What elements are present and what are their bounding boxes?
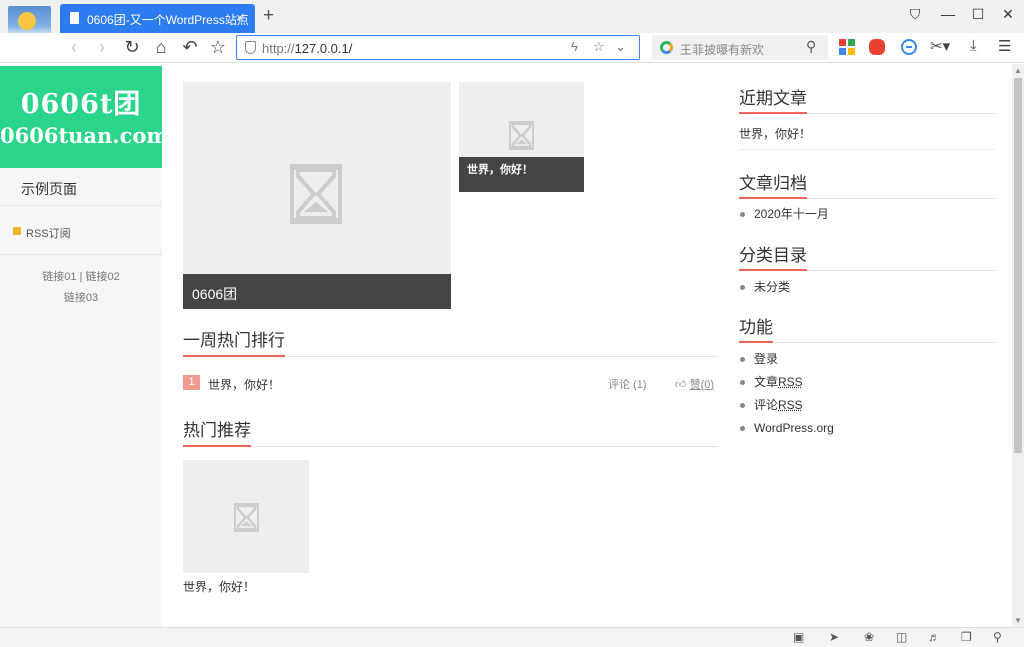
forward-button[interactable]: › — [91, 37, 113, 58]
featured-caption[interactable]: 世界，你好！ — [467, 161, 533, 177]
links-line-1[interactable]: 链接01 | 链接02 — [0, 267, 162, 288]
widget-meta-header: 功能 — [739, 317, 995, 343]
comment-count[interactable]: 评论 (1) — [608, 376, 647, 392]
hourglass-icon — [233, 502, 260, 533]
search-icon[interactable]: ⚲ — [806, 38, 816, 55]
trash-icon[interactable]: ◫ — [896, 630, 907, 644]
zoom-icon[interactable]: ⚲ — [993, 630, 1002, 644]
tab-close-icon[interactable]: × — [236, 10, 244, 25]
rss-subscribe[interactable]: RSS订阅 — [0, 207, 162, 255]
links-line-2[interactable]: 链接03 — [0, 288, 162, 309]
apps-icon[interactable] — [839, 39, 855, 55]
rank-badge: 1 — [183, 375, 200, 390]
skin-icon[interactable]: ⛉ — [905, 6, 925, 23]
recommend-thumbnail[interactable] — [183, 460, 309, 573]
status-bar: ▣ ➤ ❀ ◫ ♬ ❐ ⚲ — [0, 627, 1024, 647]
category-list: 未分类 — [739, 279, 790, 302]
widget-title: 分类目录 — [739, 241, 807, 271]
sidebar-links: 链接01 | 链接02 链接03 — [0, 267, 162, 309]
search-box[interactable]: 王菲披曝有新欢 ⚲ — [652, 35, 828, 60]
document-icon — [70, 12, 79, 24]
menu-item-label[interactable]: 示例页面 — [21, 179, 77, 199]
undo-close-button[interactable]: ↶ — [179, 37, 201, 58]
gamepad-icon[interactable] — [869, 39, 885, 55]
search-engine-icon[interactable] — [660, 41, 673, 54]
site-sidebar: 0606t团 0606tuan.com 示例页面 RSS订阅 链接01 | 链接… — [0, 64, 169, 627]
speaker-icon[interactable]: ♬ — [928, 630, 940, 644]
hourglass-icon — [288, 162, 344, 226]
maximize-button[interactable]: ☐ — [968, 6, 988, 23]
scissors-icon[interactable]: ✂▾ — [930, 37, 950, 55]
widget-title: 功能 — [739, 313, 773, 343]
leaf-icon[interactable]: ❀ — [864, 630, 874, 644]
meta-list: 登录 文章RSS 评论RSS WordPress.org — [739, 351, 834, 443]
hot-post-title[interactable]: 世界，你好！ — [208, 376, 280, 393]
widget-recent-header: 近期文章 — [739, 88, 995, 114]
widget-archive-header: 文章归档 — [739, 173, 995, 199]
home-button[interactable]: ⌂ — [150, 37, 172, 58]
close-window-button[interactable]: ✕ — [998, 6, 1018, 23]
reload-button[interactable]: ↻ — [121, 37, 143, 58]
thumbs-up-icon: 👍︎ — [675, 379, 687, 391]
bolt-icon[interactable]: ϟ — [571, 39, 578, 54]
hourglass-icon — [508, 120, 535, 151]
logo-line-2: 0606tuan.com — [0, 123, 169, 148]
featured-post-large[interactable]: 0606团 — [183, 82, 451, 309]
entries-rss-link[interactable]: 文章RSS — [739, 374, 834, 397]
address-url[interactable]: http://127.0.0.1/ — [262, 41, 352, 56]
widget-title: 近期文章 — [739, 84, 807, 114]
wordpress-org-link[interactable]: WordPress.org — [739, 420, 834, 443]
bookmark-star-button[interactable]: ☆ — [207, 37, 229, 58]
vertical-scrollbar[interactable]: ▲ ▼ — [1012, 64, 1024, 627]
tab-title: 0606团-又一个WordPress站点 — [87, 13, 249, 27]
rss-label[interactable]: RSS订阅 — [26, 225, 71, 241]
archive-item[interactable]: 2020年十一月 — [739, 206, 829, 229]
minimize-button[interactable]: — — [938, 6, 958, 22]
browser-toolbar: ‹ › ↻ ⌂ ↶ ☆ http://127.0.0.1/ ϟ ☆ ⌄ 王菲披曝… — [0, 33, 1024, 63]
new-tab-button[interactable]: + — [263, 5, 274, 27]
back-button[interactable]: ‹ — [63, 37, 85, 58]
logo-line-1: 0606t团 — [20, 89, 142, 120]
widget-title: 文章归档 — [739, 169, 807, 199]
window-icon[interactable]: ❐ — [961, 630, 972, 644]
adblock-icon[interactable] — [901, 39, 917, 55]
rss-icon — [13, 227, 21, 235]
tab-active[interactable]: 0606团-又一个WordPress站点 × — [60, 4, 255, 33]
favorite-star-icon[interactable]: ☆ — [593, 39, 605, 55]
shield-icon — [245, 41, 256, 54]
divider — [739, 149, 995, 150]
archive-list: 2020年十一月 — [739, 206, 829, 229]
hot-list-item: 1 世界，你好！ 评论 (1) 👍︎ 赞(0) — [183, 374, 718, 392]
tab-bar: 0606团-又一个WordPress站点 × + ⛉ — ☐ ✕ — [0, 0, 1024, 50]
scrollbar-thumb[interactable] — [1014, 78, 1022, 453]
search-placeholder[interactable]: 王菲披曝有新欢 — [680, 41, 764, 58]
rocket-icon[interactable]: ➤ — [829, 630, 839, 644]
recommend-item-title[interactable]: 世界，你好！ — [183, 578, 255, 595]
chevron-down-icon[interactable]: ⌄ — [615, 39, 626, 55]
scroll-up-icon[interactable]: ▲ — [1014, 66, 1022, 75]
login-link[interactable]: 登录 — [739, 351, 834, 374]
comments-rss-link[interactable]: 评论RSS — [739, 397, 834, 420]
address-bar[interactable]: http://127.0.0.1/ ϟ ☆ ⌄ — [236, 35, 640, 60]
menu-icon[interactable]: ☰ — [998, 37, 1011, 55]
recommend-header: 热门推荐 — [183, 419, 718, 447]
featured-caption-bar: 世界，你好！ — [459, 157, 584, 192]
site-logo[interactable]: 0606t团 0606tuan.com — [0, 66, 169, 168]
avatar-sun — [18, 12, 36, 30]
featured-post-small[interactable]: 世界，你好！ — [459, 82, 584, 192]
scroll-down-icon[interactable]: ▼ — [1014, 616, 1022, 625]
widget-category-header: 分类目录 — [739, 245, 995, 271]
download-icon[interactable]: ⤓ — [970, 37, 977, 54]
web-page: 0606t团 0606tuan.com 示例页面 RSS订阅 链接01 | 链接… — [0, 64, 1012, 627]
featured-caption[interactable]: 0606团 — [192, 284, 237, 304]
image-icon[interactable]: ▣ — [793, 630, 804, 644]
weekly-hot-header: 一周热门排行 — [183, 329, 718, 357]
like-button[interactable]: 👍︎ 赞(0) — [675, 376, 714, 392]
recent-post-link[interactable]: 世界，你好！ — [739, 125, 811, 142]
category-item[interactable]: 未分类 — [739, 279, 790, 302]
menu-item-sample-page[interactable]: 示例页面 — [0, 168, 162, 206]
featured-caption-bar: 0606团 — [183, 274, 451, 309]
section-title: 热门推荐 — [183, 416, 251, 447]
section-title: 一周热门排行 — [183, 326, 285, 357]
